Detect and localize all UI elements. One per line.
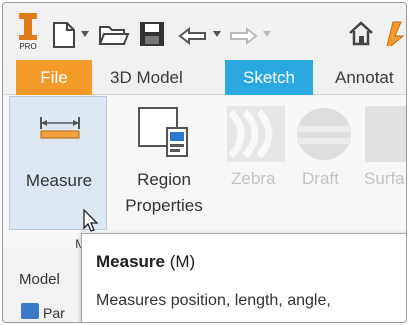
region-label-line1: Region bbox=[137, 170, 191, 189]
chevron-down-icon[interactable] bbox=[213, 31, 221, 37]
zebra-button[interactable]: Zebra bbox=[231, 169, 275, 189]
measure-icon bbox=[39, 115, 81, 147]
tooltip-title: Measure (M) bbox=[96, 252, 195, 272]
browser-item[interactable]: Par bbox=[43, 305, 65, 321]
measure-tooltip: Measure (M) Measures position, length, a… bbox=[81, 233, 406, 322]
svg-text:PRO: PRO bbox=[19, 42, 36, 51]
browser-tab-model[interactable]: Model bbox=[19, 271, 60, 288]
zebra-icon bbox=[227, 106, 285, 167]
draft-icon bbox=[295, 106, 353, 167]
tooltip-shortcut: (M) bbox=[169, 252, 196, 271]
tab-sketch[interactable]: Sketch bbox=[225, 60, 313, 95]
region-properties-icon bbox=[137, 106, 189, 164]
tab-annotate[interactable]: Annotat bbox=[329, 60, 406, 95]
mouse-cursor-icon bbox=[83, 208, 99, 238]
draft-button[interactable]: Draft bbox=[302, 169, 339, 189]
surface-button[interactable]: Surfa bbox=[364, 169, 405, 189]
ribbon-panel: Measure Region Properties Zebra Draft Su… bbox=[3, 96, 406, 252]
tab-3d-model[interactable]: 3D Model bbox=[104, 60, 214, 95]
inventor-pro-logo-icon[interactable]: PRO bbox=[17, 13, 39, 51]
region-label-line2: Properties bbox=[125, 196, 203, 215]
undo-icon[interactable] bbox=[178, 27, 208, 45]
inventor-window: PRO File 3D Model Sketch Annotat Measure… bbox=[2, 2, 407, 323]
redo-icon[interactable] bbox=[228, 27, 258, 45]
surface-analysis-icon bbox=[365, 106, 406, 167]
chevron-down-icon[interactable] bbox=[81, 31, 89, 37]
save-icon[interactable] bbox=[139, 21, 165, 47]
app-feature-icon[interactable] bbox=[383, 18, 406, 48]
new-file-icon[interactable] bbox=[51, 21, 77, 49]
home-icon[interactable] bbox=[348, 20, 374, 46]
measure-label: Measure bbox=[25, 171, 93, 190]
tab-file[interactable]: File bbox=[16, 60, 92, 95]
quick-access-toolbar: PRO bbox=[3, 3, 406, 59]
part-icon bbox=[21, 303, 39, 319]
ribbon-tabs: File 3D Model Sketch Annotat bbox=[3, 60, 406, 95]
region-properties-button[interactable]: Region Properties bbox=[111, 96, 217, 230]
tooltip-command-name: Measure bbox=[96, 252, 165, 271]
tooltip-description: Measures position, length, angle, bbox=[96, 292, 331, 309]
open-folder-icon[interactable] bbox=[98, 23, 130, 47]
chevron-down-icon[interactable] bbox=[263, 31, 271, 37]
